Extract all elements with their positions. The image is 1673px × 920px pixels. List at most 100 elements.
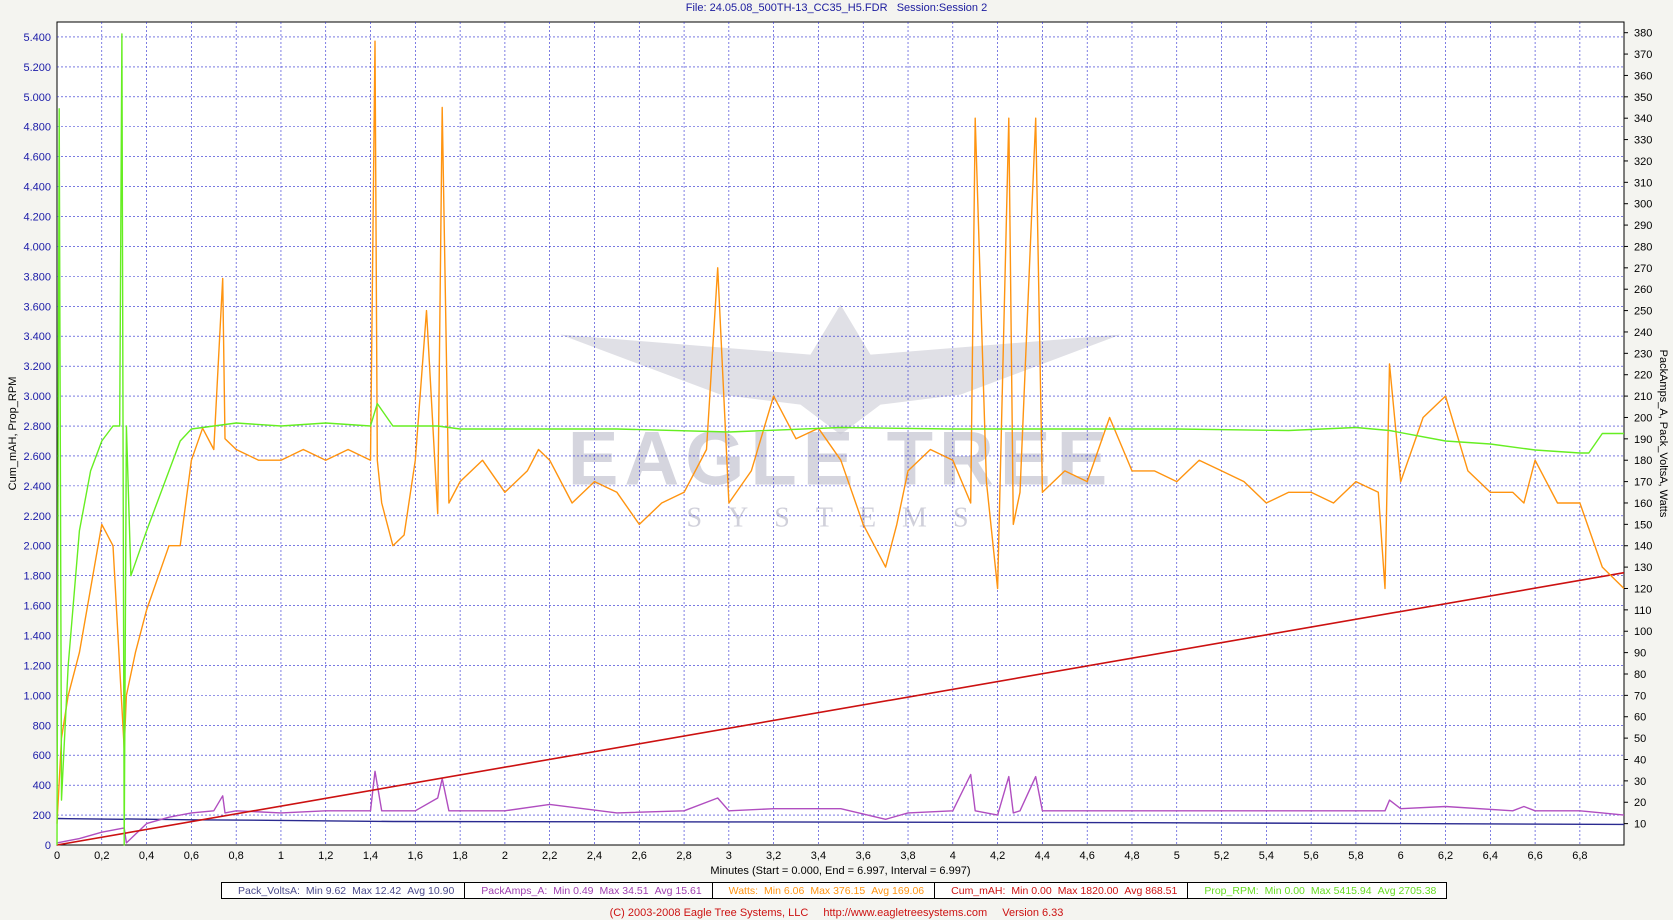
x-tick-label: 6,8 (1572, 850, 1587, 862)
legend-name: Watts: (728, 884, 759, 897)
y-right-tick-label: 320 (1634, 156, 1652, 168)
legend-avg: Avg 2705.38 (1377, 884, 1437, 897)
y-right-tick-label: 20 (1634, 797, 1646, 809)
y-left-tick-label: 4.000 (23, 241, 51, 253)
y-left-tick-label: 2.200 (23, 511, 51, 523)
y-right-tick-label: 260 (1634, 284, 1652, 296)
x-tick-label: 4,4 (1035, 850, 1050, 862)
y-axis-right-label: PackAmps_A, Pack_VoltsA, Watts (1657, 350, 1669, 518)
legend-max: Max 376.15 (810, 884, 866, 897)
x-tick-label: 0 (54, 850, 60, 862)
x-tick-label: 1,4 (363, 850, 378, 862)
x-tick-label: 1,8 (452, 850, 467, 862)
y-left-tick-labels: 0 200 400 600 800 1.000 1.200 1.400 1.600 1.800 2.… (23, 32, 51, 852)
legend-name: Cum_mAH: (951, 884, 1006, 897)
legend-avg: Avg 169.06 (871, 884, 925, 897)
x-tick-label: 4,6 (1080, 850, 1095, 862)
y-right-tick-label: 200 (1634, 412, 1652, 424)
legend-item-pack-voltsa: Pack_VoltsA: Min 9.62 Max 12.42 Avg 10.90 (222, 883, 466, 898)
y-axis-left-label: Cum_mAH, Prop_RPM (7, 377, 19, 491)
y-left-tick-label: 4.800 (23, 122, 51, 134)
y-right-tick-label: 350 (1634, 92, 1652, 104)
file-title: File: 24.05.08_500TH-13_CC35_H5.FDR Sess… (0, 2, 1673, 14)
x-tick-label: 5,4 (1259, 850, 1274, 862)
x-tick-label: 2 (502, 850, 508, 862)
y-right-tick-label: 380 (1634, 28, 1652, 40)
y-left-tick-label: 3.200 (23, 361, 51, 373)
x-tick-label: 3 (726, 850, 732, 862)
y-right-tick-label: 120 (1634, 583, 1652, 595)
x-tick-label: 3,4 (811, 850, 826, 862)
y-right-tick-label: 40 (1634, 754, 1646, 766)
x-tick-label: 2,2 (542, 850, 557, 862)
x-tick-label: 4 (950, 850, 956, 862)
x-tick-label: 0,2 (94, 850, 109, 862)
legend-max: Max 1820.00 (1057, 884, 1119, 897)
x-tick-label: 4,8 (1124, 850, 1139, 862)
x-tick-label: 3,2 (766, 850, 781, 862)
legend-item-packamps-a: PackAmps_A: Min 0.49 Max 34.51 Avg 15.61 (465, 883, 713, 898)
copyright-text: (C) 2003-2008 Eagle Tree Systems, LLC (609, 907, 809, 919)
x-tick-label: 5,6 (1303, 850, 1318, 862)
y-right-tick-label: 140 (1634, 541, 1652, 553)
y-left-tick-label: 0 (45, 840, 51, 852)
y-right-tick-label: 110 (1634, 605, 1652, 617)
y-right-tick-label: 50 (1634, 733, 1646, 745)
y-right-tick-label: 280 (1634, 241, 1652, 253)
legend-min: Min 9.62 (305, 884, 347, 897)
y-right-tick-label: 190 (1634, 434, 1652, 446)
y-right-tick-label: 130 (1634, 562, 1652, 574)
plot-area (56, 21, 1625, 846)
y-left-tick-label: 1.000 (23, 690, 51, 702)
legend: Pack_VoltsA: Min 9.62 Max 12.42 Avg 10.90 Pa… (221, 882, 1448, 899)
version-text: Version 6.33 (1002, 907, 1064, 919)
y-left-tick-label: 3.600 (23, 301, 51, 313)
y-right-tick-label: 290 (1634, 220, 1652, 232)
y-left-tick-label: 3.000 (23, 391, 51, 403)
y-right-tick-label: 230 (1634, 348, 1652, 360)
legend-name: Pack_VoltsA: (238, 884, 300, 897)
y-left-tick-label: 2.000 (23, 541, 51, 553)
x-tick-label: 0,8 (229, 850, 244, 862)
legend-name: PackAmps_A: (481, 884, 548, 897)
y-right-tick-label: 10 (1634, 819, 1646, 831)
x-tick-label: 2,8 (676, 850, 691, 862)
y-left-tick-label: 400 (33, 780, 51, 792)
x-tick-label: 5 (1174, 850, 1180, 862)
x-tick-label: 5,2 (1214, 850, 1229, 862)
y-left-tick-label: 5.400 (23, 32, 51, 44)
y-left-tick-label: 4.400 (23, 182, 51, 194)
x-tick-label: 3,8 (900, 850, 915, 862)
y-right-tick-label: 300 (1634, 199, 1652, 211)
legend-name: Prop_RPM: (1204, 884, 1259, 897)
y-left-tick-label: 1.200 (23, 660, 51, 672)
legend-avg: Avg 15.61 (654, 884, 702, 897)
y-right-tick-label: 60 (1634, 712, 1646, 724)
legend-max: Max 12.42 (352, 884, 402, 897)
x-tick-label: 0,4 (139, 850, 154, 862)
y-left-tick-label: 200 (33, 810, 51, 822)
y-left-tick-label: 5.200 (23, 62, 51, 74)
legend-item-watts: Watts: Min 6.06 Max 376.15 Avg 169.06 (713, 883, 936, 898)
legend-min: Min 0.00 (1011, 884, 1052, 897)
legend-avg: Avg 10.90 (407, 884, 455, 897)
y-right-tick-label: 210 (1634, 391, 1652, 403)
y-left-tick-label: 4.600 (23, 152, 51, 164)
y-right-tick-label: 170 (1634, 477, 1652, 489)
y-left-tick-label: 2.800 (23, 421, 51, 433)
y-left-tick-label: 3.400 (23, 331, 51, 343)
x-tick-label: 6 (1398, 850, 1404, 862)
y-right-tick-label: 220 (1634, 370, 1652, 382)
y-right-tick-label: 70 (1634, 690, 1646, 702)
x-tick-label: 2,6 (632, 850, 647, 862)
legend-max: Max 34.51 (599, 884, 649, 897)
x-tick-label: 4,2 (990, 850, 1005, 862)
y-right-tick-label: 360 (1634, 70, 1652, 82)
y-right-tick-label: 150 (1634, 519, 1652, 531)
x-tick-label: 0,6 (184, 850, 199, 862)
y-right-tick-labels: 10 20 30 40 50 60 70 80 90 100 110 120 130 140 150 160 1… (1624, 28, 1652, 831)
website-link[interactable]: http://www.eagletreesystems.com (823, 907, 987, 919)
y-right-tick-label: 340 (1634, 113, 1652, 125)
x-tick-label: 1,2 (318, 850, 333, 862)
legend-item-cum-mah: Cum_mAH: Min 0.00 Max 1820.00 Avg 868.51 (935, 883, 1189, 898)
